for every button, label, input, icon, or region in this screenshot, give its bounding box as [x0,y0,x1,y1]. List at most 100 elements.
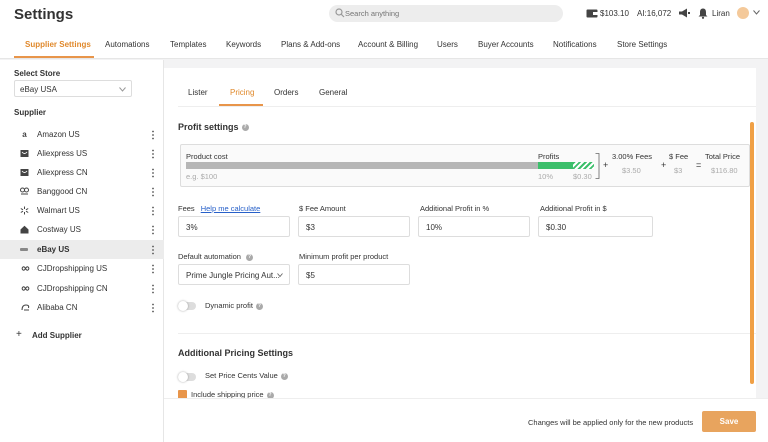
info-icon[interactable]: ? [245,253,253,261]
footer-bar: Changes will be applied only for the new… [164,398,768,442]
additional-dollar-label: Additional Profit in $ [540,204,607,213]
default-automation-label-text: Default automation [178,252,241,261]
supplier-name: Walmart US [37,206,80,215]
sidebar-item-costway-us[interactable]: Costway US [0,220,164,239]
additional-percent-label: Additional Profit in % [420,204,490,213]
profits-label: Profits [538,152,560,161]
tab-pricing[interactable]: Pricing [230,88,254,97]
more-options-icon[interactable] [151,187,155,197]
supplier-name: Banggood CN [37,187,88,196]
help-me-calculate-link[interactable]: Help me calculate [201,204,261,213]
sidebar-item-banggood-cn[interactable]: Banggood CN [0,182,164,201]
fees-input[interactable]: 3% [178,216,290,237]
tab-orders[interactable]: Orders [274,88,298,97]
dynamic-profit-toggle[interactable] [178,301,196,311]
more-options-icon[interactable] [151,168,155,178]
supplier-name: CJDropshipping CN [37,284,108,293]
additional-dollar-input[interactable]: $0.30 [538,216,653,237]
info-icon[interactable]: ? [241,124,249,132]
tab-automations[interactable]: Automations [105,40,149,49]
sidebar-item-aliexpress-cn[interactable]: Aliexpress CN [0,163,164,182]
wallet-icon[interactable] [586,8,598,18]
search-box[interactable] [329,5,563,22]
tab-templates[interactable]: Templates [170,40,206,49]
subtab-divider [178,106,756,107]
more-options-icon[interactable] [151,225,155,235]
fees-label: 3.00% Fees [612,152,653,161]
sidebar-item-aliexpress-us[interactable]: Aliexpress US [0,144,164,163]
select-store-label: Select Store [14,69,61,78]
tab-buyer-accounts[interactable]: Buyer Accounts [478,40,534,49]
fixed-fee-value: $3 [674,166,683,175]
tab-plans-addons[interactable]: Plans & Add-ons [281,40,340,49]
min-profit-input[interactable]: $5 [298,264,410,285]
tab-store-settings[interactable]: Store Settings [617,40,667,49]
tab-keywords[interactable]: Keywords [226,40,261,49]
supplier-label: Supplier [14,108,47,117]
sidebar-item-cjdropshipping-us[interactable]: CJDropshipping US [0,259,164,278]
more-options-icon[interactable] [151,264,155,274]
profits-fixed-bar [573,162,594,169]
info-icon[interactable]: ? [255,302,263,310]
additional-pricing-title: Additional Pricing Settings [178,348,294,358]
supplier-name: Alibaba CN [37,303,78,312]
more-options-icon[interactable] [151,245,155,255]
tab-users[interactable]: Users [437,40,458,49]
sidebar-item-cjdropshipping-cn[interactable]: CJDropshipping CN [0,279,164,298]
total-price-value: $116.80 [711,166,738,175]
plus-icon: + [16,329,22,340]
more-options-icon[interactable] [151,206,155,216]
more-options-icon[interactable] [151,303,155,313]
sidebar-item-amazon-us[interactable]: a Amazon US [0,125,164,144]
tab-general[interactable]: General [319,88,347,97]
amazon-icon: a [22,130,27,139]
fees-field-label: Fees Help me calculate [178,204,260,213]
cjdropshipping-icon [21,266,30,271]
tab-account-billing[interactable]: Account & Billing [358,40,418,49]
sidebar-item-ebay-us[interactable]: eBay US [0,240,164,259]
user-name[interactable]: Liran [712,9,730,18]
more-options-icon[interactable] [151,149,155,159]
dynamic-profit-label-text: Dynamic profit [205,301,253,310]
additional-percent-input[interactable]: 10% [418,216,530,237]
tab-notifications[interactable]: Notifications [553,40,597,49]
search-icon [335,8,345,18]
info-icon[interactable]: ? [280,372,288,380]
profits-percent: 10% [538,172,554,181]
save-button[interactable]: Save [702,411,756,432]
pricing-panel: Lister Pricing Orders General Profit set… [164,68,756,399]
more-options-icon[interactable] [151,130,155,140]
avatar[interactable] [737,7,749,19]
store-select-value: eBay USA [20,85,57,94]
megaphone-icon[interactable] [678,8,690,18]
default-automation-select[interactable]: Prime Jungle Pricing Aut... [178,264,290,285]
costway-icon [20,225,29,234]
tab-lister[interactable]: Lister [188,88,208,97]
product-cost-label: Product cost [186,152,228,161]
active-tab-indicator [14,56,94,58]
fees-value: $3.50 [622,166,641,175]
bell-icon[interactable] [698,8,708,19]
supplier-name: Aliexpress US [37,149,88,158]
set-price-cents-label: Set Price Cents Value? [205,371,288,380]
scrollbar-thumb[interactable] [750,122,754,384]
more-options-icon[interactable] [151,284,155,294]
search-input[interactable] [345,5,555,22]
page-title: Settings [14,6,74,23]
supplier-name: Aliexpress CN [37,168,88,177]
fee-amount-label: $ Fee Amount [299,204,346,213]
set-price-cents-toggle[interactable] [178,372,196,382]
sidebar-item-walmart-us[interactable]: Walmart US [0,201,164,220]
walmart-icon [20,206,29,215]
profit-breakdown: Product cost e.g. $100 Profits 10% $0.30… [180,144,750,187]
product-cost-bar [186,162,538,169]
fee-amount-input[interactable]: $3 [298,216,410,237]
tab-supplier-settings[interactable]: Supplier Settings [25,40,91,49]
main-nav: Supplier Settings Automations Templates … [0,30,768,59]
chevron-down-icon[interactable] [753,10,760,15]
footer-note: Changes will be applied only for the new… [528,418,694,427]
product-cost-placeholder: e.g. $100 [186,172,218,181]
sidebar-item-alibaba-cn[interactable]: Alibaba CN [0,298,164,317]
alibaba-icon [21,304,30,311]
store-select[interactable]: eBay USA [14,80,132,97]
